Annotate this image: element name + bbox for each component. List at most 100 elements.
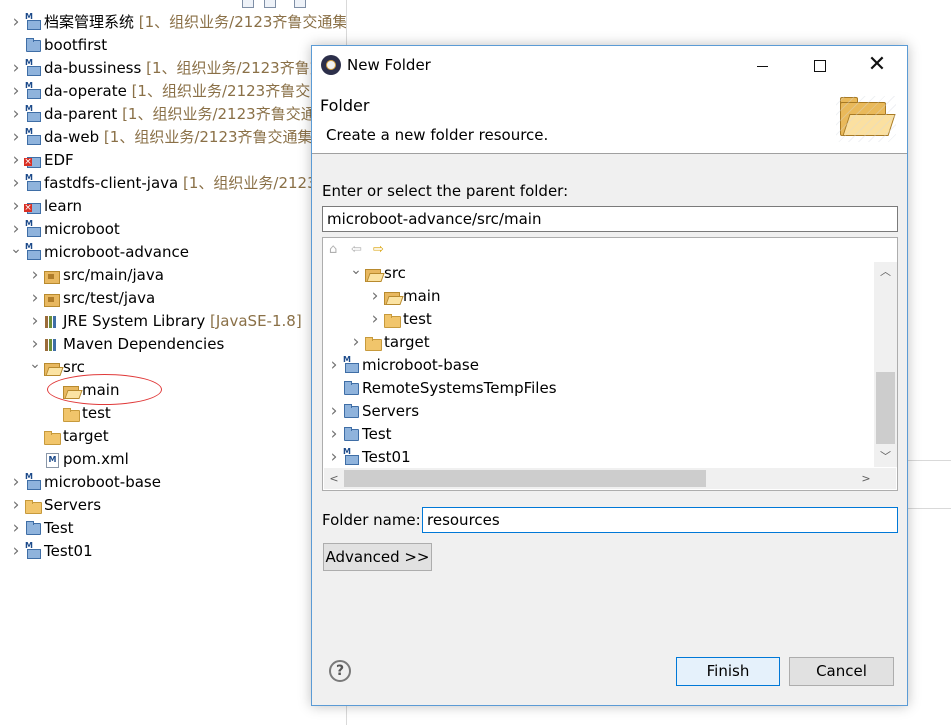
tree-item-label: 档案管理系统 bbox=[44, 13, 135, 31]
collapse-all-icon[interactable] bbox=[242, 0, 254, 8]
horizontal-scrollbar[interactable]: < > bbox=[324, 468, 896, 489]
chevron-right-icon[interactable]: › bbox=[10, 149, 22, 172]
tree-item-label: microboot-advance bbox=[44, 243, 189, 261]
scrollbar-thumb[interactable] bbox=[876, 372, 895, 444]
maximize-button[interactable] bbox=[790, 46, 848, 86]
tree-item-label: learn bbox=[44, 197, 82, 215]
source-folder-icon bbox=[44, 268, 60, 284]
scroll-right-icon[interactable]: > bbox=[856, 468, 876, 489]
view-menu-icon[interactable] bbox=[294, 0, 306, 8]
maven-project-icon bbox=[25, 220, 41, 237]
chevron-right-icon[interactable]: › bbox=[10, 517, 22, 540]
maven-project-icon bbox=[343, 356, 359, 373]
chevron-right-icon[interactable]: › bbox=[328, 423, 340, 446]
tree-item-label: da-parent bbox=[44, 105, 118, 123]
cancel-button[interactable]: Cancel bbox=[789, 657, 894, 686]
chevron-right-icon[interactable]: › bbox=[10, 57, 22, 80]
tree-item-decoration: [1、组织业务/2123齐鲁交通 bbox=[117, 105, 316, 123]
open-folder-icon bbox=[384, 289, 400, 305]
tree-item-label: da-operate bbox=[44, 82, 127, 100]
parent-folder-label: Enter or select the parent folder: bbox=[322, 182, 569, 200]
chevron-right-icon[interactable]: › bbox=[29, 264, 41, 287]
open-folder-icon bbox=[365, 266, 381, 282]
chevron-right-icon[interactable]: › bbox=[10, 126, 22, 149]
maven-project-icon bbox=[25, 105, 41, 122]
tree-item-decoration: [1、组织业务/2123 bbox=[178, 174, 317, 192]
close-button[interactable]: ✕ bbox=[848, 46, 906, 86]
scroll-left-icon[interactable]: < bbox=[324, 468, 344, 489]
tree-item-label: da-bussiness bbox=[44, 59, 142, 77]
tree-item-label: fastdfs-client-java bbox=[44, 174, 179, 192]
chevron-down-icon[interactable]: ⌄ bbox=[29, 356, 41, 379]
chevron-right-icon[interactable]: › bbox=[328, 446, 340, 469]
tree-item-label: main bbox=[403, 287, 441, 305]
back-arrow-icon[interactable]: ⇦ bbox=[351, 242, 362, 257]
tree-item-decoration: [1、组织业务/2123齐鲁交通集 bbox=[99, 128, 313, 146]
chevron-right-icon[interactable]: › bbox=[10, 218, 22, 241]
chevron-right-icon[interactable]: › bbox=[10, 195, 22, 218]
maven-project-icon bbox=[25, 243, 41, 260]
chevron-right-icon[interactable]: › bbox=[369, 285, 381, 308]
chevron-right-icon[interactable]: › bbox=[10, 471, 22, 494]
tree-item-label: src bbox=[384, 264, 406, 282]
wizard-banner: Folder Create a new folder resource. bbox=[312, 86, 907, 154]
chevron-right-icon[interactable]: › bbox=[328, 354, 340, 377]
chevron-right-icon[interactable]: › bbox=[369, 308, 381, 331]
chevron-right-icon[interactable]: › bbox=[350, 331, 362, 354]
project-folder-icon bbox=[343, 381, 359, 396]
folder-name-input[interactable] bbox=[422, 507, 898, 533]
folder-icon bbox=[44, 429, 61, 445]
scroll-down-icon[interactable]: ﹀ bbox=[874, 447, 897, 467]
tree-item-label: microboot-base bbox=[362, 356, 479, 374]
home-icon[interactable]: ⌂ bbox=[329, 242, 337, 257]
tree-item-label: target bbox=[63, 427, 109, 445]
tree-item-label: Test bbox=[362, 425, 392, 443]
maven-project-icon bbox=[25, 473, 41, 490]
parent-folder-input[interactable] bbox=[322, 206, 898, 232]
tree-item-decoration: [1、组织业务/2123齐鲁交 bbox=[126, 82, 311, 100]
library-icon bbox=[44, 337, 60, 352]
forward-arrow-icon[interactable]: ⇨ bbox=[373, 242, 384, 257]
dialog-titlebar[interactable]: New Folder ✕ bbox=[312, 46, 907, 86]
folder-name-label: Folder name: bbox=[322, 511, 421, 529]
container-tree[interactable]: ⌂ ⇦ ⇨ ⌄src›main›test›target›microboot-ba… bbox=[322, 237, 898, 491]
maven-project-icon bbox=[25, 174, 41, 191]
help-icon[interactable]: ? bbox=[329, 660, 351, 682]
banner-description: Create a new folder resource. bbox=[326, 126, 549, 144]
advanced-button[interactable]: Advanced >> bbox=[323, 543, 432, 571]
maven-project-icon bbox=[25, 59, 41, 76]
chevron-right-icon[interactable]: › bbox=[10, 494, 22, 517]
chevron-right-icon[interactable]: › bbox=[10, 540, 22, 563]
tree-item-label: Test bbox=[44, 519, 74, 537]
chevron-down-icon[interactable]: ⌄ bbox=[10, 241, 22, 264]
tree-item-label: Test01 bbox=[44, 542, 93, 560]
chevron-right-icon[interactable]: › bbox=[29, 333, 41, 356]
tree-item-label: microboot bbox=[44, 220, 120, 238]
scroll-up-icon[interactable]: ︿ bbox=[874, 262, 897, 282]
xml-file-icon bbox=[44, 452, 60, 468]
chevron-down-icon[interactable]: ⌄ bbox=[350, 262, 362, 285]
chevron-right-icon[interactable]: › bbox=[10, 11, 22, 34]
tree-item-label: Test01 bbox=[362, 448, 411, 466]
scrollbar-thumb[interactable] bbox=[344, 470, 706, 487]
folder-icon bbox=[365, 335, 382, 351]
source-folder-icon bbox=[44, 291, 60, 307]
chevron-right-icon[interactable]: › bbox=[10, 103, 22, 126]
chevron-right-icon[interactable]: › bbox=[29, 310, 41, 333]
chevron-right-icon[interactable]: › bbox=[328, 400, 340, 423]
chevron-right-icon[interactable]: › bbox=[10, 172, 22, 195]
link-editor-icon[interactable] bbox=[264, 0, 276, 8]
explorer-toolbar bbox=[236, 0, 346, 10]
tree-item-label: microboot-base bbox=[44, 473, 161, 491]
annotation-circle bbox=[47, 374, 162, 405]
finish-button[interactable]: Finish bbox=[676, 657, 780, 686]
tree-item-label: target bbox=[384, 333, 430, 351]
minimize-button[interactable] bbox=[733, 46, 791, 86]
eclipse-icon bbox=[321, 55, 341, 75]
tree-item-label: src/test/java bbox=[63, 289, 156, 307]
vertical-scrollbar[interactable]: ︿ ﹀ bbox=[874, 262, 897, 467]
chevron-right-icon[interactable]: › bbox=[10, 80, 22, 103]
chevron-right-icon[interactable]: › bbox=[29, 287, 41, 310]
